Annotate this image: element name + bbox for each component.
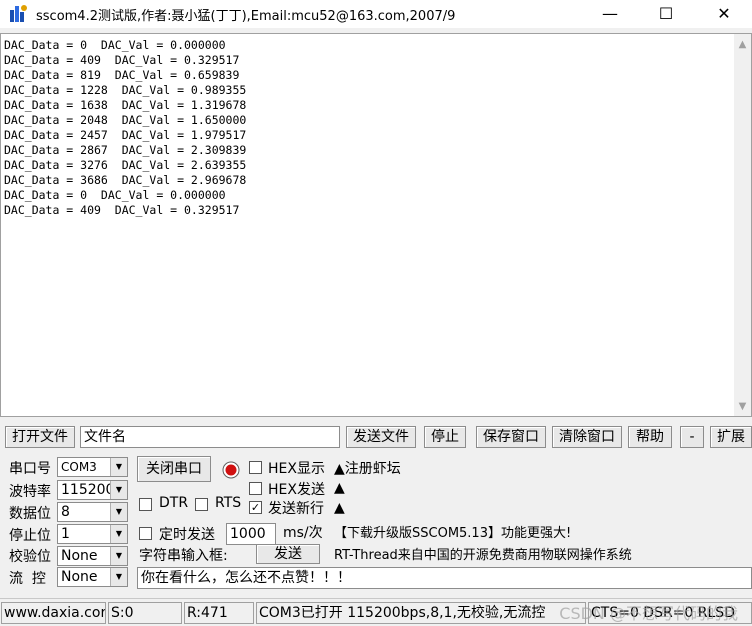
stop-button[interactable]: 停止: [424, 426, 466, 448]
rt-thread-link[interactable]: RT-Thread来自中国的开源免费商用物联网操作系统: [334, 544, 632, 563]
status-site: www.daxia.cor: [1, 602, 106, 624]
flow-label: 流 控: [9, 571, 46, 587]
info-line-2[interactable]: ▲: [334, 480, 345, 496]
databits-value: 8: [61, 504, 70, 520]
output-line: DAC_Data = 3276 DAC_Val = 2.639355: [4, 158, 247, 172]
expand-button[interactable]: 扩展: [710, 426, 752, 448]
status-sent: S:0: [108, 602, 182, 624]
port-value: COM3: [61, 460, 97, 474]
baud-label: 波特率: [9, 484, 51, 500]
maximize-button[interactable]: ☐: [636, 0, 696, 28]
input-label: 字符串输入框:: [139, 548, 228, 564]
interval-unit: ms/次: [283, 525, 323, 541]
timed-send-checkbox[interactable]: [139, 527, 152, 540]
open-file-button[interactable]: 打开文件: [5, 426, 75, 448]
rts-checkbox[interactable]: [195, 498, 208, 511]
send-button[interactable]: 发送: [256, 544, 320, 564]
stopbits-value: 1: [61, 526, 70, 542]
stopbits-label: 停止位: [9, 528, 51, 544]
databits-label: 数据位: [9, 506, 51, 522]
output-line: DAC_Data = 819 DAC_Val = 0.659839: [4, 68, 240, 82]
timed-send-label: 定时发送: [159, 527, 215, 543]
parity-select[interactable]: None ▼: [57, 546, 128, 566]
chevron-down-icon[interactable]: ▼: [110, 547, 127, 565]
output-line: DAC_Data = 2048 DAC_Val = 1.650000: [4, 113, 247, 127]
scroll-up-arrow-icon[interactable]: ▲: [734, 36, 751, 53]
clear-window-button[interactable]: 清除窗口: [552, 426, 622, 448]
output-line: DAC_Data = 0 DAC_Val = 0.000000: [4, 38, 226, 52]
title-bar: sscom4.2测试版,作者:聂小猛(丁丁),Email:mcu52@163.c…: [0, 0, 752, 28]
dtr-checkbox[interactable]: [139, 498, 152, 511]
info-panel: ▲注册虾坛 ▲ ▲ 【下载升级版SSCOM5.13】功能更强大! RT-Thre…: [330, 454, 752, 564]
hex-display-checkbox[interactable]: [249, 461, 262, 474]
register-link[interactable]: ▲注册虾坛: [334, 458, 401, 478]
help-button[interactable]: 帮助: [628, 426, 672, 448]
flow-select[interactable]: None ▼: [57, 567, 128, 587]
close-button[interactable]: ✕: [694, 0, 752, 28]
chevron-down-icon[interactable]: ▼: [110, 481, 127, 499]
port-label: 串口号: [9, 461, 51, 477]
chevron-down-icon[interactable]: ▼: [110, 568, 127, 586]
rts-label: RTS: [215, 495, 242, 511]
parity-label: 校验位: [9, 549, 51, 565]
download-upgrade-link[interactable]: 【下载升级版SSCOM5.13】功能更强大!: [334, 522, 571, 541]
collapse-button[interactable]: -: [680, 426, 704, 448]
status-port: COM3已打开 115200bps,8,1,无校验,无流控: [256, 602, 586, 624]
baud-value: 115200: [61, 482, 115, 498]
hex-display-label: HEX显示: [268, 461, 325, 477]
receive-output-area[interactable]: DAC_Data = 0 DAC_Val = 0.000000 DAC_Data …: [0, 33, 752, 417]
flow-value: None: [61, 569, 98, 585]
info-line-3[interactable]: ▲: [334, 500, 345, 516]
send-file-button[interactable]: 发送文件: [346, 426, 416, 448]
output-line: DAC_Data = 3686 DAC_Val = 2.969678: [4, 173, 247, 187]
port-indicator-icon: [222, 461, 240, 479]
chip-app-icon: [10, 5, 27, 22]
chevron-down-icon[interactable]: ▼: [110, 503, 127, 521]
output-line: DAC_Data = 1638 DAC_Val = 1.319678: [4, 98, 247, 112]
chevron-down-icon[interactable]: ▼: [110, 525, 127, 543]
hex-send-checkbox[interactable]: [249, 482, 262, 495]
stopbits-select[interactable]: 1 ▼: [57, 524, 128, 544]
minimize-button[interactable]: —: [580, 0, 640, 28]
chevron-down-icon[interactable]: ▼: [110, 458, 127, 476]
window-title: sscom4.2测试版,作者:聂小猛(丁丁),Email:mcu52@163.c…: [36, 9, 456, 24]
output-line: DAC_Data = 409 DAC_Val = 0.329517: [4, 203, 240, 217]
scroll-down-arrow-icon[interactable]: ▼: [734, 398, 751, 415]
watermark: CSDN @不想写代码的我: [559, 604, 738, 623]
send-text-input[interactable]: 你在看什么，怎么还不点赞！！！: [137, 567, 752, 589]
interval-input[interactable]: 1000: [226, 523, 276, 545]
status-received: R:471: [184, 602, 254, 624]
baud-select[interactable]: 115200 ▼: [57, 480, 128, 500]
output-line: DAC_Data = 2867 DAC_Val = 2.309839: [4, 143, 247, 157]
parity-value: None: [61, 548, 98, 564]
filename-input[interactable]: 文件名: [80, 426, 340, 448]
output-line: DAC_Data = 0 DAC_Val = 0.000000: [4, 188, 226, 202]
output-line: DAC_Data = 1228 DAC_Val = 0.989355: [4, 83, 247, 97]
file-toolbar: 打开文件 文件名 发送文件 停止 保存窗口 清除窗口 帮助 - 扩展: [0, 424, 752, 448]
port-select[interactable]: COM3 ▼: [57, 457, 128, 477]
save-window-button[interactable]: 保存窗口: [476, 426, 546, 448]
output-line: DAC_Data = 409 DAC_Val = 0.329517: [4, 53, 240, 67]
send-newline-checkbox[interactable]: ✓: [249, 501, 262, 514]
hex-send-label: HEX发送: [268, 482, 325, 498]
vertical-scrollbar[interactable]: ▲ ▼: [734, 34, 751, 416]
receive-text: DAC_Data = 0 DAC_Val = 0.000000 DAC_Data …: [4, 38, 246, 218]
send-newline-label: 发送新行: [268, 501, 324, 517]
close-port-button[interactable]: 关闭串口: [137, 456, 211, 482]
output-line: DAC_Data = 2457 DAC_Val = 1.979517: [4, 128, 247, 142]
dtr-label: DTR: [159, 495, 189, 511]
databits-select[interactable]: 8 ▼: [57, 502, 128, 522]
